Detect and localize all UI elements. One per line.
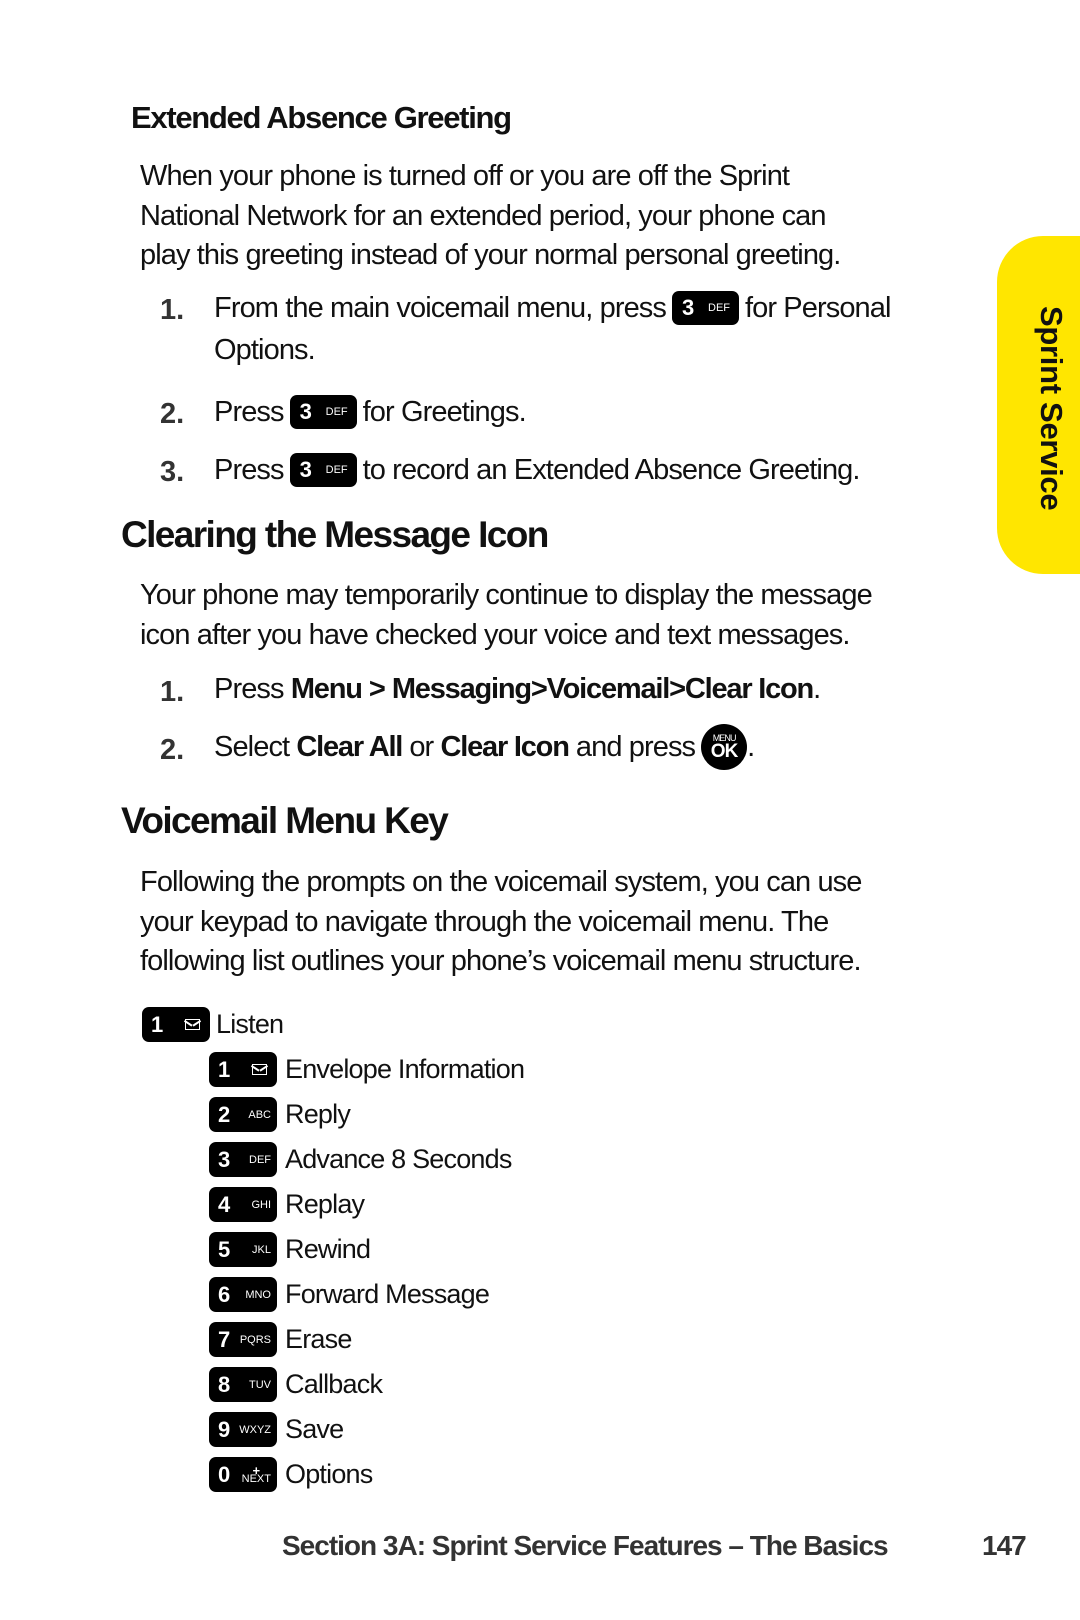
menu-list-item: 9 WXYZ Save: [209, 1412, 344, 1447]
step-number: 1.: [160, 676, 185, 708]
menu-list-item: 7 PQRS Erase: [209, 1322, 352, 1357]
step-end: .: [747, 730, 755, 763]
menu-list-item: 3 DEF Advance 8 Seconds: [209, 1142, 512, 1177]
step-item: 1. Press Menu > Messaging > Voicemail > Cl…: [160, 673, 960, 716]
key-4-icon: 4 GHI: [209, 1187, 277, 1222]
step-text: for Greetings.: [362, 395, 527, 428]
key-3-def-icon: 3 DEF: [289, 453, 357, 487]
menu-list-item-top: 1 Listen: [142, 1007, 284, 1042]
envelope-icon: [252, 1064, 267, 1075]
menu-path-item: Messaging: [391, 673, 532, 705]
menu-path-item: Clear Icon: [684, 673, 814, 705]
step-number: 2.: [160, 398, 185, 430]
clearing-paragraph: Your phone may temporarily continue to d…: [140, 576, 873, 655]
step-item: 1. From the main voicemail menu, press 3…: [160, 291, 960, 374]
step-number: 3.: [160, 456, 185, 488]
menu-list-item: 8 TUV Callback: [209, 1367, 383, 1402]
paragraph-line: your keypad to navigate through the voic…: [140, 905, 829, 938]
option-clear-all: Clear All: [296, 730, 403, 763]
key-0-icon: 0 + NEXT: [209, 1457, 277, 1492]
step-text-continued: Options.: [214, 334, 316, 366]
menu-path-item: Voicemail: [546, 673, 671, 705]
menu-item-label: Rewind: [285, 1234, 371, 1264]
extended-absence-paragraph: When your phone is turned off or you are…: [140, 157, 841, 276]
step-text: Press: [214, 395, 285, 428]
menu-item-label: Advance 8 Seconds: [285, 1144, 512, 1174]
paragraph-line: following list outlines your phone’s voi…: [140, 945, 862, 977]
section-tab-label: Sprint Service: [1034, 306, 1069, 511]
step-text: Press: [214, 453, 285, 486]
key-6-icon: 6 MNO: [209, 1277, 277, 1312]
menu-path-item: Menu: [290, 673, 363, 705]
step-text: Press: [214, 673, 285, 705]
key-3-def-icon: 3 DEF: [289, 395, 357, 429]
key-1-icon: 1: [209, 1052, 277, 1087]
key-3-icon: 3 DEF: [209, 1142, 277, 1177]
menu-item-label: Replay: [285, 1189, 365, 1219]
paragraph-line: National Network for an extended period,…: [140, 199, 827, 232]
step-item: 2. Press 3 DEF for Greetings.: [160, 395, 960, 438]
step-text: to record an Extended Absence Greeting.: [362, 453, 861, 486]
step-item: 3. Press 3 DEF to record an Extended Abse…: [160, 453, 960, 496]
footer-section-title: Section 3A: Sprint Service Features – Th…: [282, 1530, 889, 1561]
menu-key-heading: Voicemail Menu Key: [121, 800, 449, 841]
key-3-def-icon: 3 DEF: [672, 291, 739, 325]
step-number: 2.: [160, 734, 185, 766]
menu-list-item: 6 MNO Forward Message: [209, 1277, 490, 1312]
step-item: 2. Select Clear All or Clear Icon and pr…: [160, 724, 960, 780]
menu-item-label: Save: [285, 1414, 344, 1444]
step-text: for Personal: [745, 291, 891, 324]
menu-list-item: 5 JKL Rewind: [209, 1232, 371, 1267]
menu-list-item: 4 GHI Replay: [209, 1187, 365, 1222]
menu-item-label: Envelope Information: [285, 1054, 525, 1084]
step-number: 1.: [160, 294, 185, 326]
step-text: Select: [214, 730, 290, 763]
menu-key-paragraph: Following the prompts on the voicemail s…: [140, 863, 862, 982]
key-7-icon: 7 PQRS: [209, 1322, 277, 1357]
option-clear-icon: Clear Icon: [440, 730, 570, 763]
menu-ok-key-icon: MENU OK: [701, 724, 748, 770]
key-9-icon: 9 WXYZ: [209, 1412, 277, 1447]
paragraph-line: play this greeting instead of your norma…: [140, 239, 841, 271]
paragraph-line: icon after you have checked your voice a…: [140, 618, 850, 651]
key-5-icon: 5 JKL: [209, 1232, 277, 1267]
step-text: or: [409, 730, 434, 763]
menu-item-label: Reply: [285, 1099, 351, 1129]
paragraph-line: Following the prompts on the voicemail s…: [140, 866, 862, 898]
clearing-heading: Clearing the Message Icon: [121, 514, 549, 555]
menu-list-item: 1 Envelope Information: [209, 1052, 525, 1087]
menu-list-item: 0 + NEXT Options: [209, 1457, 373, 1492]
step-text: and press: [575, 730, 696, 763]
step-end: .: [813, 673, 821, 705]
paragraph-line: Your phone may temporarily continue to d…: [140, 579, 873, 611]
menu-item-label: Erase: [285, 1324, 352, 1354]
path-separator: >: [368, 673, 386, 705]
menu-item-label: Options: [285, 1459, 373, 1489]
page-number: 147: [982, 1530, 1027, 1561]
envelope-icon: [185, 1019, 200, 1030]
menu-item-label: Callback: [285, 1369, 383, 1399]
path-separator: >: [530, 673, 548, 705]
key-8-icon: 8 TUV: [209, 1367, 277, 1402]
step-text: From the main voicemail menu, press: [214, 291, 667, 324]
menu-item-label: Listen: [216, 1009, 284, 1039]
key-1-icon: 1: [142, 1007, 210, 1042]
path-separator: >: [669, 673, 686, 705]
extended-absence-heading: Extended Absence Greeting: [131, 100, 512, 135]
paragraph-line: When your phone is turned off or you are…: [140, 160, 790, 192]
menu-item-label: Forward Message: [285, 1279, 490, 1309]
menu-list-item: 2 ABC Reply: [209, 1097, 351, 1132]
key-2-icon: 2 ABC: [209, 1097, 277, 1132]
